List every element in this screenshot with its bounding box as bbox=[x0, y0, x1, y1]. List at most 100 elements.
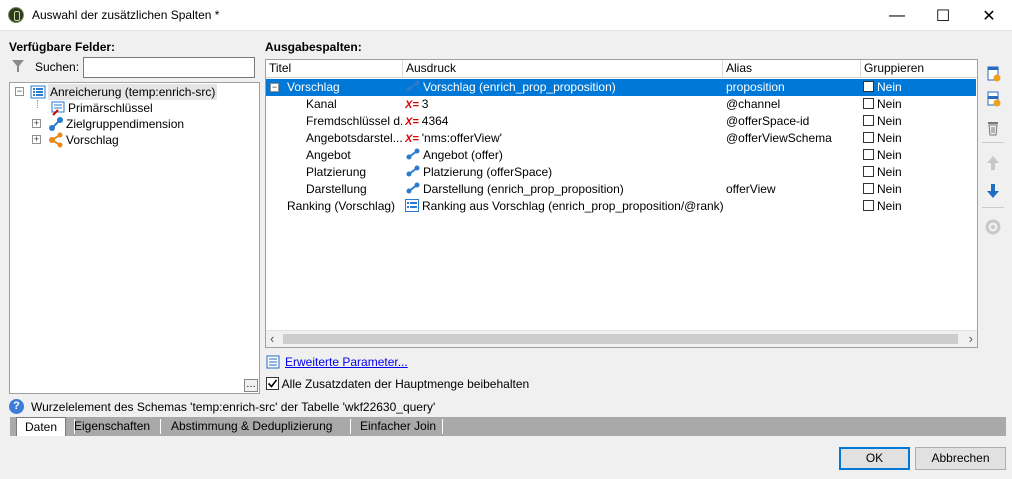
group-label: Nein bbox=[877, 182, 902, 196]
cell-group[interactable]: Nein bbox=[863, 130, 975, 147]
ok-button[interactable]: OK bbox=[839, 447, 910, 470]
move-up-button[interactable] bbox=[983, 153, 1003, 173]
available-fields-heading: Verfügbare Felder: bbox=[9, 40, 116, 54]
table-row[interactable]: Kanal X= 3 @channel Nein bbox=[266, 96, 976, 113]
tab-simple-join[interactable]: Einfacher Join bbox=[352, 417, 444, 436]
cell-title: Angebot bbox=[306, 148, 351, 162]
group-label: Nein bbox=[877, 199, 902, 213]
table-row[interactable]: Platzierung Platzierung (offerSpace) Nein bbox=[266, 164, 976, 181]
cell-group[interactable]: Nein bbox=[863, 164, 975, 181]
maximize-button[interactable]: ☐ bbox=[920, 0, 966, 31]
list-icon bbox=[405, 199, 419, 212]
output-columns-grid[interactable]: Titel Ausdruck Alias Gruppieren − Vorschl… bbox=[265, 59, 978, 348]
cell-group[interactable]: Nein bbox=[863, 198, 975, 215]
distribute-icon bbox=[985, 219, 1001, 235]
add-column-button[interactable] bbox=[983, 64, 1003, 84]
cell-title: Ranking (Vorschlag) bbox=[287, 199, 396, 213]
share-icon bbox=[49, 132, 63, 148]
cell-alias: proposition bbox=[726, 80, 785, 94]
distribute-button[interactable] bbox=[983, 217, 1003, 237]
group-checkbox[interactable] bbox=[863, 200, 874, 211]
tree-item-target-dimension[interactable]: + Zielgruppendimension bbox=[10, 116, 250, 132]
output-columns-heading: Ausgabespalten: bbox=[265, 40, 362, 54]
filter-icon bbox=[12, 60, 24, 72]
cell-expression: X= 4364 bbox=[405, 113, 723, 130]
add-child-button[interactable] bbox=[983, 89, 1003, 109]
keep-all-data-checkbox[interactable]: Alle Zusatzdaten der Hauptmenge beibehal… bbox=[266, 377, 529, 391]
cell-expression: Vorschlag (enrich_prop_proposition) bbox=[405, 79, 723, 96]
cell-title: Angebotsdarstel... bbox=[306, 131, 402, 145]
fields-tree[interactable]: − Anreicherung (temp:enrich-src) Primärs… bbox=[9, 82, 260, 394]
table-row[interactable]: Ranking (Vorschlag) Ranking aus Vorschlag… bbox=[266, 198, 976, 215]
link-icon bbox=[406, 148, 420, 160]
cell-alias bbox=[726, 164, 860, 181]
minimize-button[interactable]: — bbox=[874, 0, 920, 31]
formula-icon: X= bbox=[405, 116, 419, 128]
tree-item-primary-key[interactable]: Primärschlüssel bbox=[10, 100, 250, 116]
cell-expression: X='nms:offerView' bbox=[405, 130, 723, 147]
tree-item-enrichment[interactable]: − Anreicherung (temp:enrich-src) bbox=[10, 84, 250, 100]
cell-title: Darstellung bbox=[306, 182, 367, 196]
cell-expression: Platzierung (offerSpace) bbox=[405, 164, 723, 181]
scrollbar-thumb[interactable] bbox=[283, 334, 958, 344]
table-row[interactable]: Darstellung Darstellung (enrich_prop_prop… bbox=[266, 181, 976, 198]
cell-group[interactable]: Nein bbox=[863, 96, 975, 113]
group-label: Nein bbox=[877, 165, 902, 179]
cell-group[interactable]: Nein bbox=[863, 79, 975, 96]
keep-all-data-label: Alle Zusatzdaten der Hauptmenge beibehal… bbox=[281, 377, 530, 391]
column-header-alias[interactable]: Alias bbox=[723, 60, 861, 78]
expand-icon[interactable]: + bbox=[32, 135, 41, 144]
key-icon bbox=[51, 101, 65, 116]
cell-group[interactable]: Nein bbox=[863, 181, 975, 198]
column-header-title[interactable]: Titel bbox=[266, 60, 403, 78]
app-icon bbox=[8, 7, 24, 23]
group-label: Nein bbox=[877, 131, 902, 145]
tab-bar: Daten Eigenschaften Abstimmung & Dedupli… bbox=[10, 417, 1006, 436]
cell-title: Kanal bbox=[306, 97, 337, 111]
collapse-icon[interactable]: − bbox=[270, 83, 279, 92]
maximize-icon: ☐ bbox=[935, 7, 951, 25]
table-row[interactable]: Fremdschlüssel d... X= 4364 @offerSpace-id N… bbox=[266, 113, 976, 130]
formula-icon: X= bbox=[405, 133, 419, 145]
move-down-icon bbox=[987, 184, 999, 198]
group-checkbox[interactable] bbox=[863, 115, 874, 126]
column-header-expression[interactable]: Ausdruck bbox=[403, 60, 723, 78]
group-checkbox[interactable] bbox=[863, 81, 874, 92]
group-checkbox[interactable] bbox=[863, 183, 874, 194]
cell-group[interactable]: Nein bbox=[863, 113, 975, 130]
group-checkbox[interactable] bbox=[863, 98, 874, 109]
table-row[interactable]: Angebot Angebot (offer) Nein bbox=[266, 147, 976, 164]
cell-alias bbox=[726, 198, 860, 215]
advanced-parameters-link[interactable]: Erweiterte Parameter... bbox=[285, 355, 408, 369]
table-row[interactable]: Angebotsdarstel... X='nms:offerView' @offe… bbox=[266, 130, 976, 147]
info-icon: ? bbox=[9, 399, 24, 414]
group-checkbox[interactable] bbox=[863, 132, 874, 143]
checkbox-checked-icon[interactable] bbox=[266, 377, 279, 390]
expand-icon[interactable]: + bbox=[32, 119, 41, 128]
scroll-right-icon[interactable]: › bbox=[969, 331, 973, 346]
tab-properties[interactable]: Eigenschaften bbox=[66, 417, 158, 436]
link-icon bbox=[49, 117, 63, 131]
column-header-group[interactable]: Gruppieren bbox=[861, 60, 977, 78]
collapse-icon[interactable]: − bbox=[15, 87, 24, 96]
tab-reconciliation-dedup[interactable]: Abstimmung & Deduplizierung bbox=[163, 417, 340, 436]
move-down-button[interactable] bbox=[983, 181, 1003, 201]
tab-data[interactable]: Daten bbox=[16, 417, 67, 436]
expression-text: Angebot (offer) bbox=[423, 148, 503, 162]
search-input[interactable] bbox=[83, 57, 255, 78]
cancel-button[interactable]: Abbrechen bbox=[915, 447, 1006, 470]
cell-expression: X= 3 bbox=[405, 96, 723, 113]
cell-group[interactable]: Nein bbox=[863, 147, 975, 164]
group-checkbox[interactable] bbox=[863, 166, 874, 177]
horizontal-scrollbar[interactable]: ‹ › bbox=[266, 330, 977, 347]
group-checkbox[interactable] bbox=[863, 149, 874, 160]
tree-item-proposal[interactable]: + Vorschlag bbox=[10, 132, 250, 148]
scroll-left-icon[interactable]: ‹ bbox=[270, 331, 274, 346]
group-label: Nein bbox=[877, 80, 902, 94]
more-options-button[interactable]: … bbox=[244, 379, 258, 392]
table-row[interactable]: − Vorschlag Vorschlag (enrich_prop_proposi… bbox=[266, 79, 976, 96]
delete-button[interactable] bbox=[983, 118, 1003, 138]
close-button[interactable]: ✕ bbox=[966, 0, 1012, 31]
cell-title: Vorschlag bbox=[287, 80, 340, 94]
list-icon bbox=[30, 85, 46, 99]
